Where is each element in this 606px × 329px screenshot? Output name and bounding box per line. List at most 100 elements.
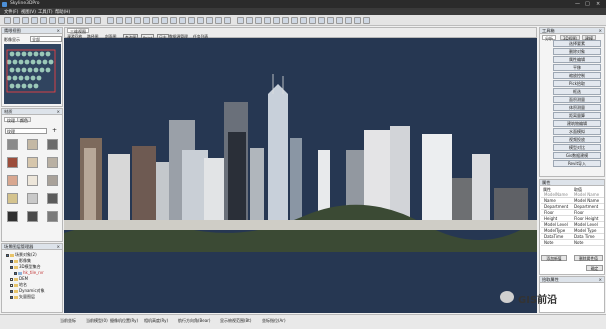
toolbar-button-icon[interactable] [49, 17, 56, 24]
tab-texture[interactable]: 纹理 [4, 117, 18, 123]
material-swatch[interactable] [47, 175, 58, 186]
maximize-button[interactable]: □ [585, 1, 590, 7]
tree-row[interactable]: 矢量图层 [10, 294, 35, 299]
material-swatch[interactable] [27, 193, 38, 204]
add-value-button[interactable]: 添加新值 [541, 255, 567, 261]
material-swatch[interactable] [47, 157, 58, 168]
material-swatch[interactable] [27, 211, 38, 222]
tool-button[interactable]: 模型对比 [553, 144, 601, 151]
checkbox-icon[interactable] [10, 265, 13, 269]
tool-button[interactable]: 属性编辑 [553, 56, 601, 63]
toolbar-button-icon[interactable] [318, 17, 325, 24]
toolbar-button-icon[interactable] [327, 17, 334, 24]
toolbar-button-icon[interactable] [336, 17, 343, 24]
tool-button[interactable]: 缩放控制 [553, 72, 601, 79]
toolbar-button-icon[interactable] [309, 17, 316, 24]
toolbar-button-icon[interactable] [291, 17, 298, 24]
toolbar-button-icon[interactable] [246, 17, 253, 24]
material-swatch[interactable] [7, 175, 18, 186]
material-swatch[interactable] [27, 175, 38, 186]
property-row[interactable]: Note Note [541, 240, 604, 246]
toolbar-button-icon[interactable] [255, 17, 262, 24]
toolbar-button-icon[interactable] [197, 17, 204, 24]
overview-select[interactable]: 全部 [30, 36, 62, 42]
property-row[interactable]: DataTime Data Time [541, 234, 604, 240]
close-button[interactable]: × [596, 1, 600, 7]
checkbox-icon[interactable] [10, 283, 13, 287]
tree-row[interactable]: Dynamic对象 [10, 288, 45, 293]
toolbar-button-icon[interactable] [264, 17, 271, 24]
tool-button[interactable]: 建筑物编辑 [553, 120, 601, 127]
minimize-button[interactable]: — [575, 1, 580, 7]
property-row[interactable]: Department Department [541, 204, 604, 210]
material-swatch[interactable] [7, 157, 18, 168]
toolbar-button-icon[interactable] [58, 17, 65, 24]
tree-row[interactable]: 场景对象(2) [6, 252, 37, 257]
property-row[interactable]: ModelType Model Type [541, 228, 604, 234]
toolbar-button-icon[interactable] [94, 17, 101, 24]
panel-close-icon[interactable]: × [598, 28, 602, 34]
toolbar-button-icon[interactable] [22, 17, 29, 24]
pick-close-icon[interactable]: × [598, 277, 602, 283]
tool-button[interactable]: 删除对象 [553, 48, 601, 55]
property-row[interactable]: Model Level Model Level [541, 222, 604, 228]
panel-close-icon[interactable]: × [56, 109, 60, 115]
material-swatch[interactable] [47, 193, 58, 204]
3d-viewport[interactable] [64, 38, 537, 313]
toolbar-button-icon[interactable] [300, 17, 307, 24]
material-swatch[interactable] [47, 211, 58, 222]
tool-button[interactable]: Pick拾取 [553, 80, 601, 87]
checkbox-icon[interactable] [10, 277, 13, 281]
tool-button[interactable]: 框选 [553, 88, 601, 95]
tree-row[interactable]: 3D模型集合 [10, 264, 41, 269]
tool-button[interactable]: 选择要素 [553, 40, 601, 47]
tree-row[interactable]: 影像集 [10, 258, 31, 263]
toolbar-button-icon[interactable] [125, 17, 132, 24]
property-row[interactable]: ModelName Model Name [541, 192, 604, 198]
tool-button[interactable]: 视频投放 [553, 136, 601, 143]
toolbar-button-icon[interactable] [40, 17, 47, 24]
toolbar-button-icon[interactable] [4, 17, 11, 24]
material-swatch[interactable] [7, 211, 18, 222]
tool-button[interactable]: 距离量算 [553, 112, 601, 119]
material-swatch[interactable] [7, 193, 18, 204]
tool-button[interactable]: Gis数据建模 [553, 152, 601, 159]
toolbar-button-icon[interactable] [273, 17, 280, 24]
toolbar-button-icon[interactable] [116, 17, 123, 24]
toolbar-button-icon[interactable] [107, 17, 114, 24]
toolbar-button-icon[interactable] [143, 17, 150, 24]
material-swatch[interactable] [7, 139, 18, 150]
toolbar-button-icon[interactable] [215, 17, 222, 24]
tool-button[interactable]: 平移 [553, 64, 601, 71]
material-swatch[interactable] [27, 139, 38, 150]
panel-close-icon[interactable]: × [56, 28, 60, 34]
toolbar-button-icon[interactable] [354, 17, 361, 24]
tree-row[interactable]: 地名 [10, 282, 27, 287]
materials-select[interactable]: 纹理 [5, 128, 47, 134]
tool-button[interactable]: Revit导入 [553, 160, 601, 167]
toolbar-button-icon[interactable] [152, 17, 159, 24]
toolbar-button-icon[interactable] [206, 17, 213, 24]
toolbar-button-icon[interactable] [179, 17, 186, 24]
toolbar-button-icon[interactable] [161, 17, 168, 24]
checkbox-icon[interactable] [10, 289, 13, 293]
material-swatch[interactable] [47, 139, 58, 150]
tool-button[interactable]: 体积测量 [553, 104, 601, 111]
confirm-button[interactable]: 确定 [586, 265, 603, 271]
panel-close-icon[interactable]: × [56, 244, 60, 250]
property-row[interactable]: Floor Floor [541, 210, 604, 216]
toolbar-button-icon[interactable] [237, 17, 244, 24]
checkbox-icon[interactable] [10, 295, 13, 299]
toolbar-button-icon[interactable] [13, 17, 20, 24]
toolbar-button-icon[interactable] [170, 17, 177, 24]
checkbox-icon[interactable] [6, 253, 9, 257]
tool-button[interactable]: 水面模拟 [553, 128, 601, 135]
checkbox-icon[interactable] [10, 259, 13, 263]
toolbar-button-icon[interactable] [67, 17, 74, 24]
toolbar-button-icon[interactable] [282, 17, 289, 24]
property-row[interactable]: Height Floor Height [541, 216, 604, 222]
toolbar-button-icon[interactable] [224, 17, 231, 24]
toolbar-button-icon[interactable] [85, 17, 92, 24]
tab-3d-view[interactable]: 三维视图 [67, 28, 89, 34]
tool-button[interactable]: 面积测量 [553, 96, 601, 103]
